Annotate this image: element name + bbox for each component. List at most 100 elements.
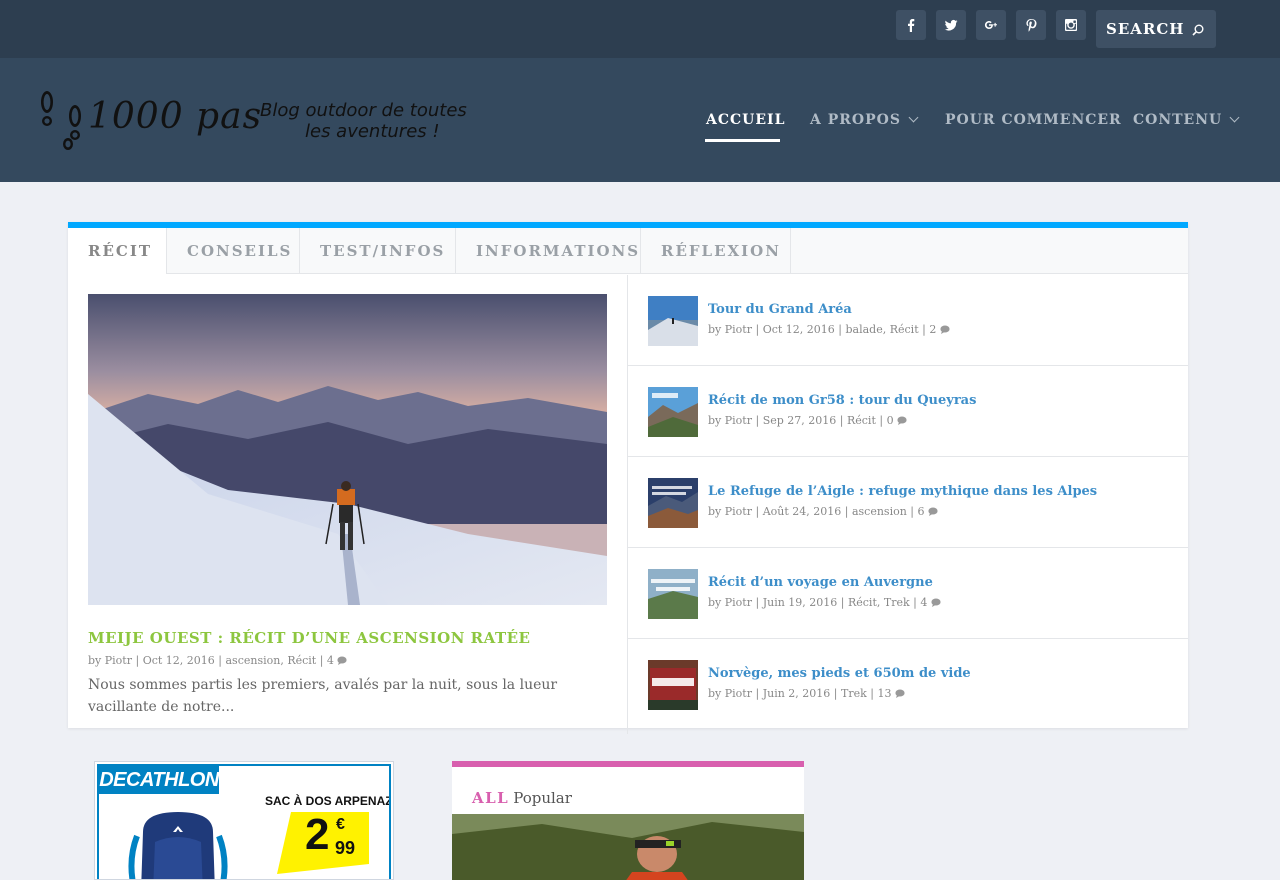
comment-icon [928, 507, 938, 516]
top-bar [0, 0, 1280, 58]
tabbed-posts-widget: RÉCIT CONSEILS TEST/INFOS INFORMATIONS R… [68, 222, 1188, 734]
post-comments-link[interactable]: 2 [929, 323, 950, 336]
post-title-link[interactable]: Récit de mon Gr58 : tour du Queyras [708, 393, 976, 408]
nav-a-propos-label: A PROPOS [810, 112, 901, 128]
decathlon-logo: DECATHLON [99, 766, 219, 794]
post-comments-link[interactable]: 4 [327, 654, 348, 667]
tab-test-infos-label: TEST/INFOS [320, 242, 446, 260]
post-author-link[interactable]: Piotr [725, 414, 752, 427]
post-author-link[interactable]: Piotr [105, 654, 132, 667]
decathlon-ad[interactable]: DECATHLON SAC À DOS ARPENAZ 10 2 € 99 [94, 761, 394, 880]
post-categories[interactable]: Récit [847, 414, 876, 427]
popular-post-image[interactable] [452, 814, 804, 880]
comment-count: 6 [917, 505, 925, 518]
post-thumbnail[interactable] [648, 387, 698, 437]
comment-count: 4 [920, 596, 928, 609]
meta-by: by [708, 323, 722, 336]
tab-test-infos[interactable]: TEST/INFOS [300, 228, 456, 274]
chevron-down-icon [908, 112, 919, 123]
meta-by: by [708, 505, 722, 518]
post-categories[interactable]: Trek [841, 687, 867, 700]
nav-contenu[interactable]: CONTENU [1133, 112, 1240, 132]
post-categories[interactable]: Récit, Trek [848, 596, 910, 609]
search-input[interactable] [1106, 19, 1191, 39]
post-author-link[interactable]: Piotr [725, 323, 752, 336]
tab-conseils[interactable]: CONSEILS [167, 228, 300, 274]
post-meta: by Piotr | Juin 19, 2016 | Récit, Trek |… [708, 596, 941, 609]
post-meta: by Piotr | Août 24, 2016 | ascension | 6 [708, 505, 938, 518]
post-date: Oct 12, 2016 [762, 323, 835, 336]
list-item: Récit d’un voyage en Auvergne by Piotr |… [628, 548, 1188, 639]
post-date: Oct 12, 2016 [142, 654, 215, 667]
tab-recit[interactable]: RÉCIT [68, 228, 167, 274]
post-thumbnail[interactable] [648, 660, 698, 710]
ad-frame: DECATHLON SAC À DOS ARPENAZ 10 2 € 99 [97, 764, 391, 879]
category-tabs: RÉCIT CONSEILS TEST/INFOS INFORMATIONS R… [68, 228, 1188, 274]
google-plus-icon[interactable] [976, 10, 1006, 40]
post-author-link[interactable]: Piotr [725, 596, 752, 609]
nav-accueil[interactable]: ACCUEIL [706, 112, 785, 132]
popular-posts-widget: ALL Popular [452, 761, 804, 880]
list-item: Récit de mon Gr58 : tour du Queyras by P… [628, 366, 1188, 457]
post-author-link[interactable]: Piotr [725, 687, 752, 700]
popular-label: Popular [513, 789, 572, 807]
post-title-link[interactable]: Le Refuge de l’Aigle : refuge mythique d… [708, 484, 1097, 499]
post-comments-link[interactable]: 6 [918, 505, 939, 518]
post-categories[interactable]: ascension [852, 505, 907, 518]
ad-price-currency: € [336, 816, 345, 833]
featured-post-title[interactable]: MEIJE OUEST : RÉCIT D’UNE ASCENSION RATÉ… [88, 629, 531, 647]
meta-by: by [708, 596, 722, 609]
twitter-icon[interactable] [936, 10, 966, 40]
post-comments-link[interactable]: 0 [887, 414, 908, 427]
tagline-line-2: les aventures ! [305, 121, 440, 142]
comment-count: 2 [929, 323, 937, 336]
pinterest-icon[interactable] [1016, 10, 1046, 40]
tab-conseils-label: CONSEILS [187, 242, 293, 260]
list-item: Tour du Grand Aréa by Piotr | Oct 12, 20… [628, 275, 1188, 366]
ad-product-name: SAC À DOS ARPENAZ 10 [265, 794, 391, 808]
meta-by: by [708, 687, 722, 700]
site-logo[interactable]: 1000 pas Blog outdoor de toutes les aven… [36, 88, 496, 154]
nav-pour-commencer[interactable]: POUR COMMENCER [945, 112, 1122, 132]
post-categories[interactable]: balade, Récit [846, 323, 919, 336]
comment-icon [931, 598, 941, 607]
post-title-link[interactable]: Tour du Grand Aréa [708, 302, 852, 317]
post-categories[interactable]: ascension, Récit [226, 654, 317, 667]
post-thumbnail[interactable] [648, 569, 698, 619]
post-comments-link[interactable]: 4 [920, 596, 941, 609]
logo-tagline: Blog outdoor de toutes les aventures ! [260, 100, 500, 142]
post-comments-link[interactable]: 13 [877, 687, 905, 700]
post-thumbnail[interactable] [648, 478, 698, 528]
search-icon[interactable] [1192, 24, 1204, 36]
nav-a-propos[interactable]: A PROPOS [810, 112, 919, 132]
tab-recit-label: RÉCIT [88, 242, 153, 260]
instagram-icon[interactable] [1056, 10, 1086, 40]
backpack-image [128, 812, 228, 879]
facebook-icon[interactable] [896, 10, 926, 40]
comment-icon [337, 656, 348, 665]
tab-reflexion-label: RÉFLEXION [661, 242, 781, 260]
post-meta: by Piotr | Oct 12, 2016 | balade, Récit … [708, 323, 950, 336]
comment-icon [940, 325, 950, 334]
post-date: Juin 2, 2016 [762, 687, 831, 700]
post-title-link[interactable]: Récit d’un voyage en Auvergne [708, 575, 933, 590]
featured-post-image[interactable] [88, 294, 607, 605]
meta-by: by [708, 414, 722, 427]
popular-all-tab[interactable]: ALL [472, 789, 509, 807]
comment-icon [895, 689, 905, 698]
comment-count: 0 [886, 414, 894, 427]
ad-price-integer: 2 [305, 810, 330, 859]
post-date: Sep 27, 2016 [762, 414, 837, 427]
post-author-link[interactable]: Piotr [725, 505, 752, 518]
ad-price-cents: 99 [335, 838, 356, 858]
tagline-line-1: Blog outdoor de toutes [260, 100, 467, 121]
nav-active-underline [705, 139, 780, 142]
post-thumbnail[interactable] [648, 296, 698, 346]
logo-brand: 1000 pas [88, 96, 263, 137]
comment-count: 4 [326, 654, 334, 667]
nav-contenu-label: CONTENU [1133, 112, 1223, 128]
tab-reflexion[interactable]: RÉFLEXION [641, 228, 791, 274]
tab-informations[interactable]: INFORMATIONS [456, 228, 641, 274]
featured-post-excerpt: Nous sommes partis les premiers, avalés … [88, 677, 558, 715]
post-title-link[interactable]: Norvège, mes pieds et 650m de vide [708, 666, 971, 681]
